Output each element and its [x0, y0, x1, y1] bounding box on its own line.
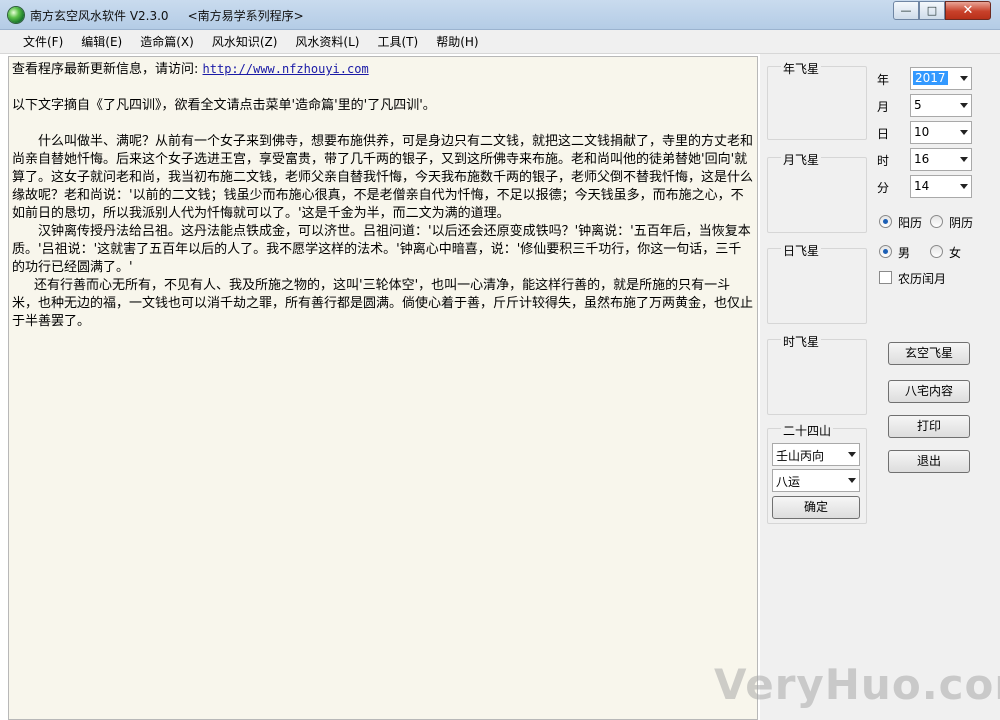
exit-button[interactable]: 退出 — [888, 450, 970, 473]
mountain-select[interactable]: 壬山丙向 — [772, 443, 860, 466]
close-button[interactable]: ✕ — [945, 1, 991, 20]
month-star-label: 月飞星 — [781, 151, 822, 168]
day-select[interactable]: 10 — [910, 121, 972, 144]
title-bar: 南方玄空风水软件 V2.3.0 <南方易学系列程序> — □ ✕ — [0, 0, 1000, 30]
chevron-down-icon — [960, 184, 968, 189]
website-link[interactable]: http://www.nfzhouyi.com — [203, 62, 369, 76]
male-label: 男 — [898, 246, 911, 260]
period-value: 八运 — [776, 475, 801, 489]
app-globe-icon — [8, 7, 24, 23]
hour-label: 时 — [877, 154, 890, 168]
female-radio[interactable] — [930, 245, 943, 258]
window-title: 南方玄空风水软件 V2.3.0 <南方易学系列程序> — [30, 9, 304, 23]
chevron-down-icon — [960, 103, 968, 108]
chevron-down-icon — [960, 130, 968, 135]
chevron-down-icon — [960, 157, 968, 162]
year-select[interactable]: 2017 — [910, 67, 972, 90]
minimize-button[interactable]: — — [893, 1, 919, 20]
minute-value: 14 — [914, 179, 930, 193]
month-value: 5 — [914, 98, 922, 112]
chevron-down-icon — [848, 452, 856, 457]
year-value: 2017 — [913, 71, 948, 85]
day-label: 日 — [877, 127, 890, 141]
day-star-group: 日飞星 — [767, 242, 867, 324]
solar-label: 阳历 — [898, 216, 923, 230]
mountains-label: 二十四山 — [781, 422, 834, 439]
text-content-area[interactable]: 查看程序最新更新信息，请访问: http://www.nfzhouyi.com … — [8, 56, 758, 720]
confirm-button[interactable]: 确定 — [772, 496, 860, 519]
hour-star-label: 时飞星 — [781, 333, 822, 350]
minute-label: 分 — [877, 181, 890, 195]
menu-tools[interactable]: 工具(T) — [368, 31, 427, 53]
menu-file[interactable]: 文件(F) — [14, 31, 72, 53]
hour-value: 16 — [914, 152, 930, 166]
mountains-group: 二十四山 壬山丙向 八运 确定 — [767, 422, 867, 524]
month-label: 月 — [877, 100, 890, 114]
control-panel: 年飞星 月飞星 日飞星 时飞星 二十四山 壬山丙向 八运 确定 年 2017 月… — [760, 54, 1000, 720]
mountain-value: 壬山丙向 — [776, 449, 825, 463]
update-prefix: 查看程序最新更新信息，请访问: — [12, 62, 203, 77]
minute-select[interactable]: 14 — [910, 175, 972, 198]
menu-bar: 文件(F) 编辑(E) 造命篇(X) 风水知识(Z) 风水资料(L) 工具(T)… — [0, 30, 1000, 54]
hour-star-group: 时飞星 — [767, 333, 867, 415]
day-star-label: 日飞星 — [781, 242, 822, 259]
female-label: 女 — [949, 246, 962, 260]
watermark-logo: VeryHuo.com — [714, 660, 1000, 709]
bazhai-button[interactable]: 八宅内容 — [888, 380, 970, 403]
menu-edit[interactable]: 编辑(E) — [72, 31, 131, 53]
chevron-down-icon — [848, 478, 856, 483]
intro-text: 以下文字摘自《了凡四训》，欲看全文请点击菜单'造命篇'里的'了凡四训'。 — [12, 98, 436, 113]
male-radio[interactable] — [879, 245, 892, 258]
paragraph-3: 还有行善而心无所有，不见有人、我及所施之物的，这叫'三轮体空'，也叫一心清净，能… — [12, 278, 754, 329]
paragraph-1: 什么叫做半、满呢？从前有一个女子来到佛寺，想要布施供养，可是身边只有二文钱，就把… — [12, 134, 754, 221]
period-select[interactable]: 八运 — [772, 469, 860, 492]
year-star-label: 年飞星 — [781, 60, 822, 77]
menu-help[interactable]: 帮助(H) — [427, 31, 487, 53]
chevron-down-icon — [960, 76, 968, 81]
year-label: 年 — [877, 73, 890, 87]
update-line: 查看程序最新更新信息，请访问: http://www.nfzhouyi.com — [12, 60, 754, 79]
lunar-radio[interactable] — [930, 215, 943, 228]
year-star-group: 年飞星 — [767, 60, 867, 140]
menu-fengshui-knowledge[interactable]: 风水知识(Z) — [203, 31, 287, 53]
maximize-button[interactable]: □ — [919, 1, 945, 20]
paragraph-2: 汉钟离传授丹法给吕祖。这丹法能点铁成金，可以济世。吕祖问道：'以后还会还原变成铁… — [12, 224, 751, 275]
month-star-group: 月飞星 — [767, 151, 867, 233]
menu-zaoming[interactable]: 造命篇(X) — [131, 31, 203, 53]
menu-fengshui-materials[interactable]: 风水资料(L) — [286, 31, 368, 53]
solar-radio[interactable] — [879, 215, 892, 228]
month-select[interactable]: 5 — [910, 94, 972, 117]
leap-month-label: 农历闰月 — [898, 272, 947, 286]
day-value: 10 — [914, 125, 930, 139]
print-button[interactable]: 打印 — [888, 415, 970, 438]
xuankong-button[interactable]: 玄空飞星 — [888, 342, 970, 365]
lunar-label: 阴历 — [949, 216, 974, 230]
hour-select[interactable]: 16 — [910, 148, 972, 171]
leap-month-checkbox[interactable] — [879, 271, 892, 284]
